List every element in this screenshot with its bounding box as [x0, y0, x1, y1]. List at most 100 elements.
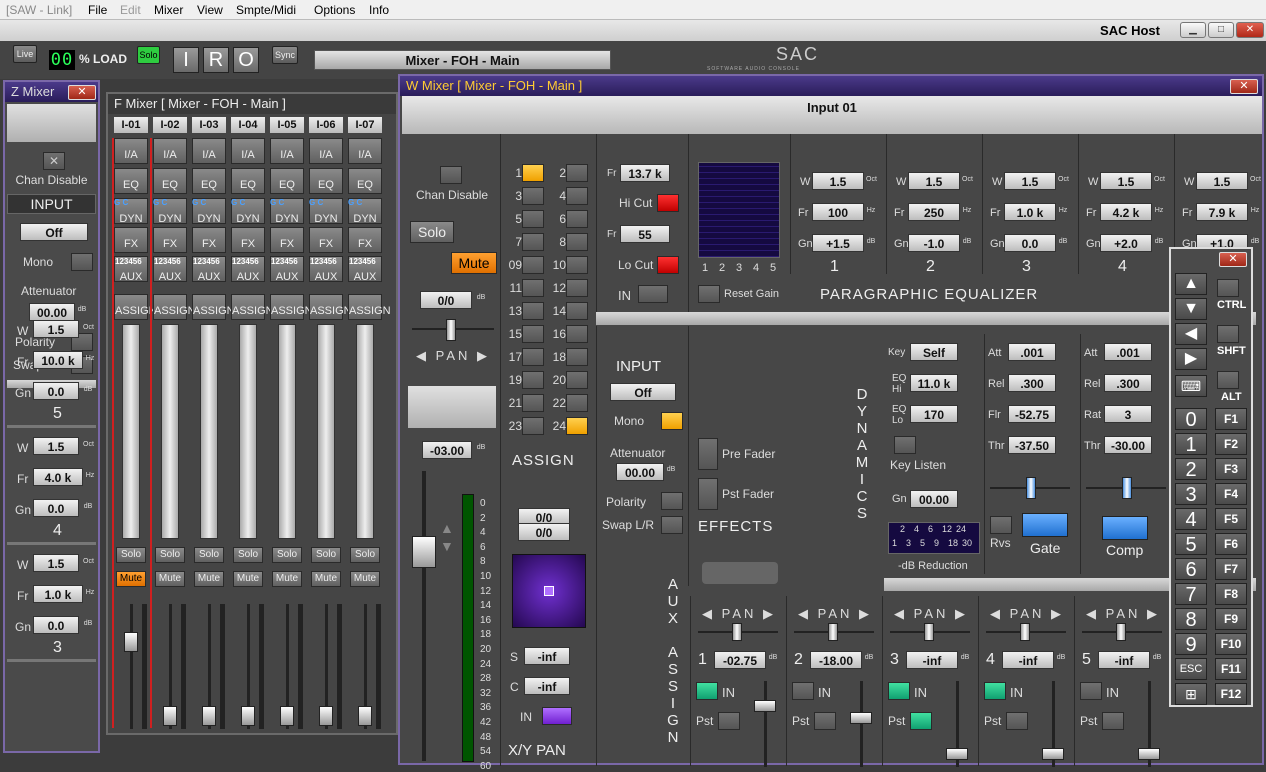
digit-key-1[interactable]: 1 [1175, 433, 1207, 456]
function-key-F6[interactable]: F6 [1215, 533, 1247, 555]
effects-slot[interactable] [702, 562, 778, 584]
assign-button[interactable]: ASSIGN [114, 294, 157, 320]
i-button[interactable]: I [173, 47, 199, 73]
digit-key-4[interactable]: 4 [1175, 508, 1207, 531]
fx-button[interactable]: FX [231, 227, 265, 253]
peq-w-value[interactable]: 1.5 [1100, 172, 1152, 190]
assign-button[interactable]: ASSIGN [348, 294, 391, 320]
fx-button[interactable]: FX [192, 227, 226, 253]
key-value[interactable]: Self [910, 343, 958, 361]
aux-pst-toggle[interactable] [1006, 712, 1028, 730]
o-button[interactable]: O [233, 47, 259, 73]
sync-button[interactable]: Sync [272, 46, 298, 64]
peq-fr-value[interactable]: 7.9 k [1196, 203, 1248, 221]
function-key-F11[interactable]: F11 [1215, 658, 1247, 680]
band-w-value[interactable]: 1.5 [33, 554, 79, 572]
aux-fader-knob[interactable] [946, 748, 968, 760]
fx-button[interactable]: FX [114, 227, 148, 253]
input-select[interactable]: Off [20, 223, 88, 241]
channel-name[interactable]: I-04 [231, 117, 265, 133]
solo-button[interactable]: Solo [194, 547, 224, 563]
peq-fr-value[interactable]: 250 [908, 203, 960, 221]
assign-checkbox[interactable] [566, 417, 588, 435]
gate-button[interactable] [1022, 513, 1068, 537]
peq-w-value[interactable]: 1.5 [1196, 172, 1248, 190]
function-key-F2[interactable]: F2 [1215, 433, 1247, 455]
esc-key[interactable]: ESC [1175, 658, 1207, 680]
menu-smpte[interactable]: Smpte/Midi [236, 3, 296, 17]
band-w-value[interactable]: 1.5 [33, 437, 79, 455]
function-key-F1[interactable]: F1 [1215, 408, 1247, 430]
polarity-checkbox[interactable] [661, 492, 683, 510]
aux-send-value[interactable]: -inf [1002, 651, 1054, 669]
aux-in-toggle[interactable] [1080, 682, 1102, 700]
assign-checkbox[interactable] [566, 348, 588, 366]
ia-button[interactable]: I/A [231, 138, 265, 164]
lo-cut-toggle[interactable] [657, 256, 679, 274]
mute-button[interactable]: Mute [451, 252, 497, 274]
keyboard-icon[interactable]: ⌨ [1175, 375, 1207, 397]
digit-key-2[interactable]: 2 [1175, 458, 1207, 481]
channel-name[interactable]: I-03 [192, 117, 226, 133]
ctrl-toggle[interactable] [1217, 279, 1239, 297]
band-fr-value[interactable]: 10.0 k [33, 351, 83, 369]
gate-rel-value[interactable]: .300 [1008, 374, 1056, 392]
mono-checkbox[interactable] [71, 253, 93, 271]
digit-key-3[interactable]: 3 [1175, 483, 1207, 506]
aux-send-value[interactable]: -inf [1098, 651, 1150, 669]
aux-pan-knob[interactable] [924, 623, 934, 641]
digit-key-5[interactable]: 5 [1175, 533, 1207, 556]
solo-indicator[interactable]: Solo [137, 46, 160, 64]
menu-view[interactable]: View [197, 3, 223, 17]
band-gn-value[interactable]: 0.0 [33, 616, 79, 634]
fader-knob[interactable] [202, 706, 216, 726]
function-key-F4[interactable]: F4 [1215, 483, 1247, 505]
band-gn-value[interactable]: 0.0 [33, 382, 79, 400]
mute-button[interactable]: Mute [194, 571, 224, 587]
pan-value[interactable]: 0/0 [420, 291, 472, 309]
comp-rat-value[interactable]: 3 [1104, 405, 1152, 423]
peq-w-value[interactable]: 1.5 [812, 172, 864, 190]
digit-key-0[interactable]: 0 [1175, 408, 1207, 431]
rvs-checkbox[interactable] [990, 516, 1012, 534]
aux-pst-toggle[interactable] [910, 712, 932, 730]
assign-button[interactable]: ASSIGN [192, 294, 235, 320]
fader-knob[interactable] [319, 706, 333, 726]
channel-name[interactable]: I-01 [114, 117, 148, 133]
swap-checkbox[interactable] [661, 516, 683, 534]
aux-send-value[interactable]: -18.00 [810, 651, 862, 669]
arrow-down-icon[interactable]: ▼ [1175, 298, 1207, 320]
fx-button[interactable]: FX [309, 227, 343, 253]
eq-button[interactable]: EQ [231, 168, 265, 194]
ia-button[interactable]: I/A [192, 138, 226, 164]
fx-button[interactable]: FX [153, 227, 187, 253]
aux-pst-toggle[interactable] [814, 712, 836, 730]
comp-button[interactable] [1102, 516, 1148, 540]
menu-info[interactable]: Info [369, 3, 389, 17]
pan-slider-knob[interactable] [446, 319, 456, 341]
c-value[interactable]: -inf [524, 677, 570, 695]
aux-in-toggle[interactable] [888, 682, 910, 700]
assign-button[interactable]: ASSIGN [231, 294, 274, 320]
shft-toggle[interactable] [1217, 325, 1239, 343]
alt-toggle[interactable] [1217, 371, 1239, 389]
assign-checkbox[interactable] [522, 187, 544, 205]
main-fader-knob[interactable] [412, 536, 436, 568]
channel-name[interactable]: I-07 [348, 117, 382, 133]
peq-gn-value[interactable]: -1.0 [908, 234, 960, 252]
eq-lo-value[interactable]: 170 [910, 405, 958, 423]
xy-value-2[interactable]: 0/0 [518, 523, 570, 541]
peq-gn-value[interactable]: 0.0 [1004, 234, 1056, 252]
peq-fr-value[interactable]: 100 [812, 203, 864, 221]
assign-button[interactable]: ASSIGN [270, 294, 313, 320]
band-gn-value[interactable]: 0.0 [33, 499, 79, 517]
arrow-left-icon[interactable]: ◀ [1175, 323, 1207, 345]
comp-thr-value[interactable]: -30.00 [1104, 436, 1152, 454]
peq-gn-value[interactable]: +1.5 [812, 234, 864, 252]
attenuator-value[interactable]: 00.00 [29, 303, 75, 321]
assign-checkbox[interactable] [566, 279, 588, 297]
aux-pan-knob[interactable] [828, 623, 838, 641]
windows-key-icon[interactable]: ⊞ [1175, 683, 1207, 705]
w-mixer-close-icon[interactable]: ✕ [1230, 79, 1258, 94]
band-fr-value[interactable]: 1.0 k [33, 585, 83, 603]
